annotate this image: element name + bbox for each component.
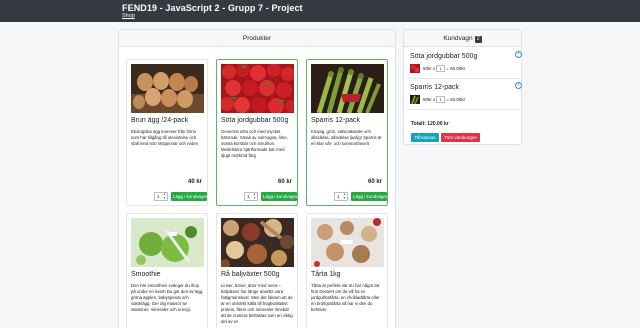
product-card: Söta jordgubbar 500g Generöst söta och m…	[216, 59, 298, 206]
product-name: Tårta 1kg	[311, 271, 341, 278]
checkout-button[interactable]: Till kassan	[411, 133, 439, 142]
products-heading: Produkter	[119, 30, 395, 47]
product-name: Söta jordgubbar 500g	[221, 117, 289, 124]
cart-count-badge: 2	[474, 35, 482, 43]
cart-panel: Kundvagn 2 Söta jordgubbar 500g 60kr x 1 = …	[403, 29, 522, 145]
top-navbar: FEND19 - JavaScript 2 - Grupp 7 - Projec…	[0, 0, 640, 22]
legumes-image	[221, 218, 294, 267]
product-price: 60 kr	[367, 179, 382, 185]
product-card: Smoothie Den här smoothien svänger du ih…	[126, 213, 208, 328]
eggs-image	[131, 64, 204, 113]
divider	[407, 109, 520, 110]
asparagus-thumb	[410, 95, 420, 104]
cake-image	[311, 218, 384, 267]
product-name: Rå baljväxter 500g	[221, 271, 280, 278]
product-card: Brun ägg /24-pack Ekologiska ägg kommer …	[126, 59, 208, 206]
product-description: Den här smoothien svänger du ihop på und…	[131, 283, 204, 312]
product-description: Krispig, grön, välsmakande och allsidela…	[311, 129, 382, 146]
cart-item-unit: 60kr x	[423, 97, 436, 102]
empty-cart-button[interactable]: Töm varukorgen	[441, 133, 480, 142]
product-card: Tårta 1kg Tårta är perfekt när du har nå…	[306, 213, 388, 328]
strawberries-image	[221, 64, 294, 113]
product-card: Sparris 12-pack Krispig, grön, välsmakan…	[306, 59, 388, 206]
cart-title: Kundvagn	[443, 35, 473, 42]
divider	[407, 78, 520, 79]
quantity-input[interactable]: 1 ▲ ▼	[154, 192, 168, 201]
add-to-cart-button[interactable]: Lägg i kundvagnen	[261, 192, 297, 201]
cart-item-qty[interactable]: 1	[436, 96, 446, 104]
spinner-icon[interactable]: ▲ ▼	[163, 192, 166, 200]
add-to-cart-button[interactable]: Lägg i kundvagnen	[171, 192, 207, 201]
quantity-value: 1	[337, 194, 340, 199]
cart-item-sum: = 60.00kr	[446, 97, 466, 102]
product-description: Ekologiska ägg kommer från höns som har …	[131, 129, 199, 146]
quantity-input[interactable]: 1 ▲ ▼	[244, 192, 258, 201]
quantity-input[interactable]: 1 ▲ ▼	[334, 192, 348, 201]
spinner-icon[interactable]: ▲ ▼	[343, 192, 346, 200]
product-description: Linser, bönor, ärtor med mera – baljväxt…	[221, 283, 293, 324]
product-name: Smoothie	[131, 271, 161, 278]
product-description: Tårta är perfekt när du har något att fi…	[311, 283, 380, 312]
product-name: Brun ägg /24-pack	[131, 117, 189, 124]
cart-item-qty[interactable]: 1	[436, 65, 446, 73]
product-card: Rå baljväxter 500g Linser, bönor, ärtor …	[216, 213, 298, 328]
close-circle-icon[interactable]: ×	[515, 82, 522, 89]
cart-item-line: 60kr x 1 = 60.00kr	[423, 96, 466, 104]
shop-link[interactable]: Shop	[122, 13, 135, 19]
cart-item-unit: 60kr x	[423, 66, 436, 71]
product-description: Generöst söta och med mycket bärsmak. Sm…	[221, 129, 288, 158]
cart-heading: Kundvagn 2	[404, 30, 521, 47]
cart-item-name: Söta jordgubbar 500g	[410, 53, 478, 60]
products-panel: Produkter Brun ägg /24-pack Ekologiska ä…	[118, 29, 396, 328]
cart-item-name: Sparris 12-pack	[410, 84, 460, 91]
asparagus-image	[311, 64, 384, 113]
cart-item-sum: = 60.00kr	[446, 66, 466, 71]
cart-item-line: 60kr x 1 = 60.00kr	[423, 65, 466, 73]
spinner-icon[interactable]: ▲ ▼	[253, 192, 256, 200]
product-price: 60 kr	[277, 179, 292, 185]
cart-total: Totalt: 120.00 kr	[411, 121, 449, 127]
product-price: 40 kr	[187, 179, 202, 185]
add-to-cart-button[interactable]: Lägg i kundvagnen	[351, 192, 387, 201]
app-title: FEND19 - JavaScript 2 - Grupp 7 - Projec…	[122, 3, 303, 13]
product-name: Sparris 12-pack	[311, 117, 361, 124]
quantity-value: 1	[157, 194, 160, 199]
cart-item: Söta jordgubbar 500g 60kr x 1 = 60.00kr ×	[407, 50, 522, 79]
strawberries-thumb	[410, 64, 420, 73]
close-circle-icon[interactable]: ×	[515, 51, 522, 58]
quantity-value: 1	[247, 194, 250, 199]
cart-item: Sparris 12-pack 60kr x 1 = 60.00kr ×	[407, 81, 522, 110]
smoothie-image	[131, 218, 204, 267]
